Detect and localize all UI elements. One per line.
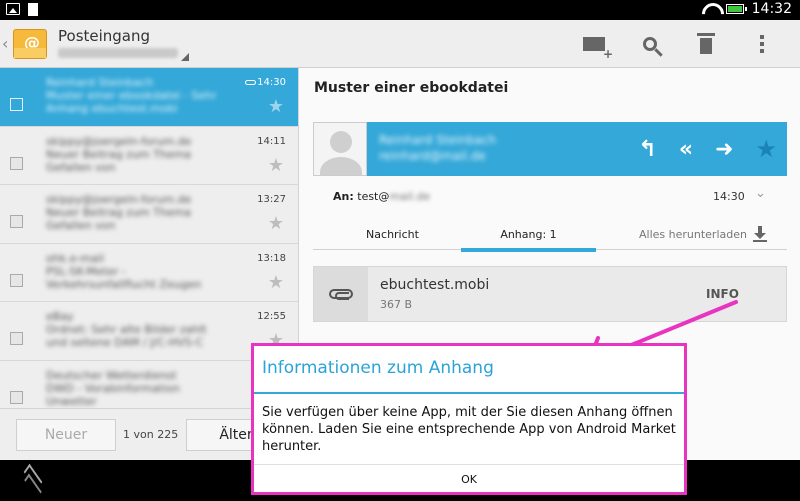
- dialog-separator: [254, 392, 684, 394]
- message-row[interactable]: Reinhard Steinbach Muster einer ebookdate…: [0, 68, 298, 127]
- compose-icon: [583, 37, 613, 61]
- message-preview: Deutscher Wetterdienst DWD - Vorabinforma…: [46, 368, 180, 408]
- page-indicator: 1 von 225: [123, 428, 179, 441]
- message-preview: skippy@joergeln-forum.de Neuer Beitrag zu…: [46, 134, 192, 174]
- star-icon[interactable]: ★: [268, 213, 284, 234]
- email-app-icon[interactable]: [13, 29, 47, 59]
- reply-icon[interactable]: ↰: [638, 137, 656, 162]
- dropdown-triangle-icon[interactable]: [181, 53, 189, 61]
- tab-attachments[interactable]: Anhang: 1: [461, 218, 596, 252]
- ok-button[interactable]: OK: [254, 466, 684, 492]
- attachment-size: 367 B: [380, 298, 413, 311]
- star-icon[interactable]: ★: [268, 96, 284, 117]
- overflow-menu-icon: [760, 42, 764, 46]
- image-notification-icon: [6, 3, 20, 15]
- reply-all-icon[interactable]: «: [679, 137, 693, 162]
- message-row[interactable]: ohk.e-mail PSL-SK-Meter - Verkehrsunfallfl…: [0, 244, 298, 302]
- newer-button[interactable]: Neuer: [16, 419, 116, 451]
- download-icon-base: [753, 240, 767, 242]
- account-selector[interactable]: [58, 48, 178, 58]
- message-time: 14:30: [713, 190, 745, 203]
- document-notification-icon: [28, 3, 38, 16]
- wifi-icon: [702, 3, 718, 15]
- sender-info: Reinhard Steinbach reinhard@mail.de: [379, 133, 497, 163]
- detail-tabs: Nachricht Anhang: 1 Alles herunterladen: [313, 218, 787, 252]
- dialog-title: Informationen zum Anhang: [262, 358, 494, 378]
- row-checkbox[interactable]: [10, 273, 23, 287]
- row-checkbox[interactable]: [10, 156, 23, 170]
- dialog-message: Sie verfügen über keine App, mit der Sie…: [262, 405, 676, 454]
- action-bar: ‹ Posteingang: [0, 20, 800, 68]
- row-checkbox[interactable]: [10, 215, 23, 228]
- status-bar: 14:32: [0, 0, 800, 20]
- status-time: 14:32: [751, 1, 792, 17]
- star-icon[interactable]: ★: [268, 155, 284, 176]
- message-time: 13:18: [257, 252, 286, 264]
- trash-icon: [697, 33, 715, 54]
- message-preview: ohk.e-mail PSL-SK-Meter - Verkehrsunfallfl…: [46, 251, 202, 291]
- tab-message[interactable]: Nachricht: [325, 218, 460, 250]
- message-subject: Muster einer ebookdatei: [314, 80, 509, 96]
- message-row[interactable]: skippy@joergeln-forum.de Neuer Beitrag zu…: [0, 185, 298, 244]
- message-preview: skippy@joergeln-forum.de Neuer Beitrag zu…: [46, 193, 192, 232]
- row-checkbox[interactable]: [10, 332, 23, 345]
- attachment-icon-box: [314, 267, 368, 321]
- message-time: 14:30: [257, 77, 286, 88]
- search-icon: [643, 37, 657, 51]
- search-button[interactable]: [622, 20, 678, 68]
- message-time: 12:55: [257, 311, 286, 322]
- message-row[interactable]: skippy@joergeln-forum.de Neuer Beitrag zu…: [0, 127, 298, 185]
- overflow-menu-button[interactable]: [734, 20, 790, 68]
- message-preview: Reinhard Steinbach Muster einer ebookdate…: [46, 76, 217, 115]
- battery-icon: [725, 4, 747, 14]
- attachment-indicator-icon: [245, 80, 256, 85]
- recipient-line: An: test@mail.de: [333, 190, 431, 203]
- row-checkbox[interactable]: [10, 390, 23, 404]
- dialog-divider: [254, 464, 684, 465]
- sender-card: Reinhard Steinbach reinhard@mail.de ↰ « …: [313, 122, 787, 176]
- folder-title[interactable]: Posteingang: [58, 27, 150, 45]
- message-preview: eBay Ordnet: Sehr alte Bilder zahlt und se…: [46, 310, 207, 349]
- avatar[interactable]: [313, 122, 367, 176]
- message-time: 14:11: [257, 135, 286, 147]
- download-all-button[interactable]: Alles herunterladen: [639, 218, 747, 250]
- paperclip-icon: [329, 289, 353, 300]
- star-icon[interactable]: ★: [755, 135, 777, 163]
- download-icon[interactable]: [753, 226, 767, 240]
- message-time: 13:27: [257, 194, 286, 205]
- attachment-name: ebuchtest.mobi: [380, 277, 490, 293]
- compose-button[interactable]: [566, 20, 622, 68]
- attachment-info-dialog: Informationen zum Anhang Sie verfügen üb…: [252, 344, 686, 494]
- delete-button[interactable]: [678, 20, 734, 68]
- row-checkbox[interactable]: [10, 98, 23, 111]
- forward-icon[interactable]: ➜: [715, 137, 733, 162]
- chevron-down-icon[interactable]: ⌄: [755, 186, 766, 201]
- back-chevron-icon[interactable]: ‹: [2, 34, 8, 53]
- star-icon[interactable]: ★: [268, 272, 284, 293]
